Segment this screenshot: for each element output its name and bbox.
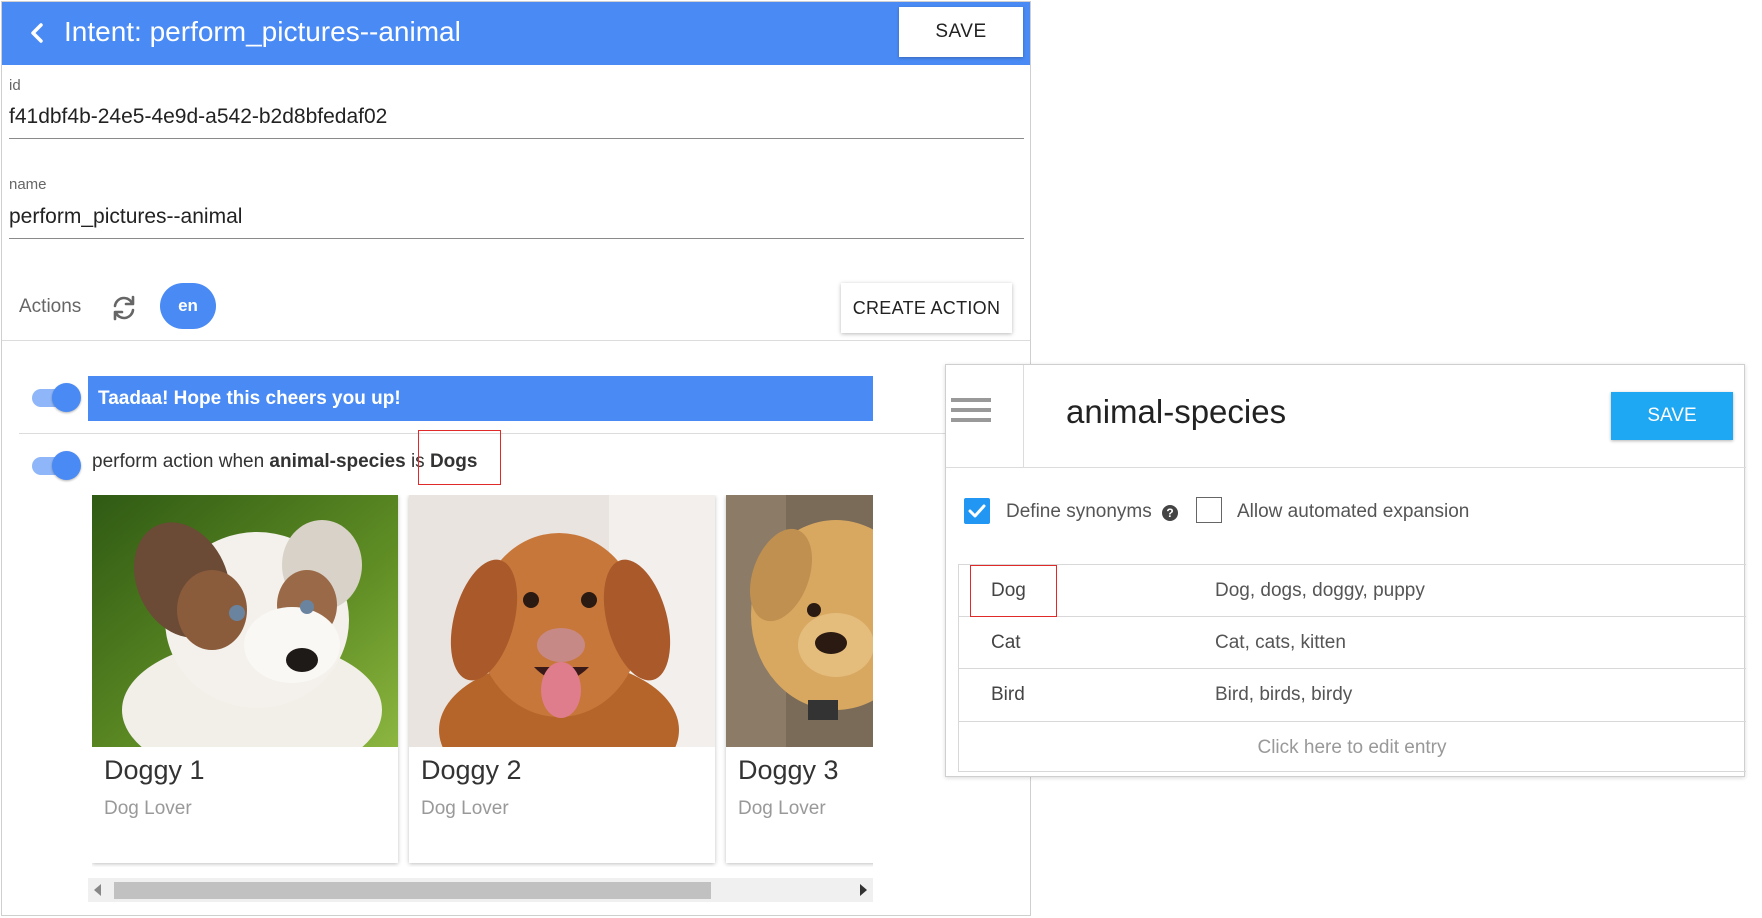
language-chip-en[interactable]: en xyxy=(160,283,216,329)
action-toggle-2[interactable] xyxy=(30,448,82,482)
entry-row[interactable]: Cat Cat, cats, kitten xyxy=(958,616,1746,669)
action-divider xyxy=(19,433,1019,434)
card-subtitle: Dog Lover xyxy=(104,798,192,819)
check-icon xyxy=(968,504,986,518)
id-field[interactable]: f41dbf4b-24e5-4e9d-a542-b2d8bfedaf02 xyxy=(9,105,387,129)
name-field-underline xyxy=(9,238,1024,239)
entry-synonyms: Bird, birds, birdy xyxy=(1215,684,1353,705)
scroll-right-arrow-icon[interactable] xyxy=(860,884,867,896)
back-button[interactable] xyxy=(20,16,54,50)
chevron-left-icon xyxy=(31,23,43,43)
name-field[interactable]: perform_pictures--animal xyxy=(9,205,242,229)
image-card-1[interactable]: Doggy 1 Dog Lover xyxy=(92,495,398,863)
card-subtitle: Dog Lover xyxy=(738,798,826,819)
name-field-label: name xyxy=(9,176,47,193)
actions-divider xyxy=(2,340,1030,341)
condition-entity: animal-species xyxy=(269,451,406,472)
dog-photo-3 xyxy=(726,495,873,747)
card-title: Doggy 1 xyxy=(104,755,205,785)
card-title: Doggy 2 xyxy=(421,755,522,785)
highlight-box-dog xyxy=(970,565,1057,617)
define-synonyms-checkbox[interactable] xyxy=(964,498,990,524)
help-circle-icon[interactable]: ? xyxy=(1162,505,1178,521)
image-card-carousel: Doggy 1 Dog Lover Doggy 2 Dog Lover Dogg… xyxy=(92,495,873,867)
card-title: Doggy 3 xyxy=(738,755,839,785)
intent-editor-panel: Intent: perform_pictures--animal SAVE id… xyxy=(1,1,1031,916)
actions-label: Actions xyxy=(19,296,82,317)
entry-synonyms: Dog, dogs, doggy, puppy xyxy=(1215,580,1425,601)
action-toggle-1[interactable] xyxy=(30,380,82,414)
entry-reference-value: Cat xyxy=(991,632,1021,653)
create-action-button[interactable]: CREATE ACTION xyxy=(841,283,1012,333)
image-card-2[interactable]: Doggy 2 Dog Lover xyxy=(409,495,715,863)
condition-prefix: perform action when xyxy=(92,451,270,472)
allow-automated-expansion-checkbox[interactable] xyxy=(1196,497,1222,523)
entity-title: animal-species xyxy=(1066,393,1287,430)
define-synonyms-label: Define synonyms xyxy=(1006,501,1152,522)
refresh-icon[interactable] xyxy=(108,292,140,324)
entry-synonyms: Cat, cats, kitten xyxy=(1215,632,1346,653)
intent-save-button[interactable]: SAVE xyxy=(899,7,1023,57)
image-card-3[interactable]: Doggy 3 Dog Lover xyxy=(726,495,873,863)
scroll-left-arrow-icon[interactable] xyxy=(94,884,101,896)
dog-photo-1 xyxy=(92,495,398,747)
entry-row[interactable]: Dog Dog, dogs, doggy, puppy xyxy=(958,564,1746,617)
id-field-label: id xyxy=(9,77,21,94)
entity-save-button[interactable]: SAVE xyxy=(1611,392,1733,440)
horizontal-scrollbar[interactable] xyxy=(88,878,873,902)
allow-automated-expansion-label: Allow automated expansion xyxy=(1237,501,1470,522)
scrollbar-thumb[interactable] xyxy=(114,882,711,899)
entry-reference-value: Bird xyxy=(991,684,1025,705)
highlight-box-dogs xyxy=(418,430,501,485)
entity-editor-panel: animal-species SAVE Define synonyms ? Al… xyxy=(945,364,1746,777)
menu-icon[interactable] xyxy=(951,398,993,428)
card-subtitle: Dog Lover xyxy=(421,798,509,819)
entry-row[interactable]: Bird Bird, birds, birdy xyxy=(958,668,1746,721)
text-action-message[interactable]: Taadaa! Hope this cheers you up! xyxy=(88,376,873,421)
entity-header-divider xyxy=(946,467,1746,468)
edit-entry-row[interactable]: Click here to edit entry xyxy=(958,721,1746,774)
intent-header-bar: Intent: perform_pictures--animal SAVE xyxy=(2,2,1030,65)
intent-title: Intent: perform_pictures--animal xyxy=(64,16,461,47)
id-field-underline xyxy=(9,138,1024,139)
menu-divider xyxy=(1023,365,1024,467)
dog-photo-2 xyxy=(409,495,715,747)
